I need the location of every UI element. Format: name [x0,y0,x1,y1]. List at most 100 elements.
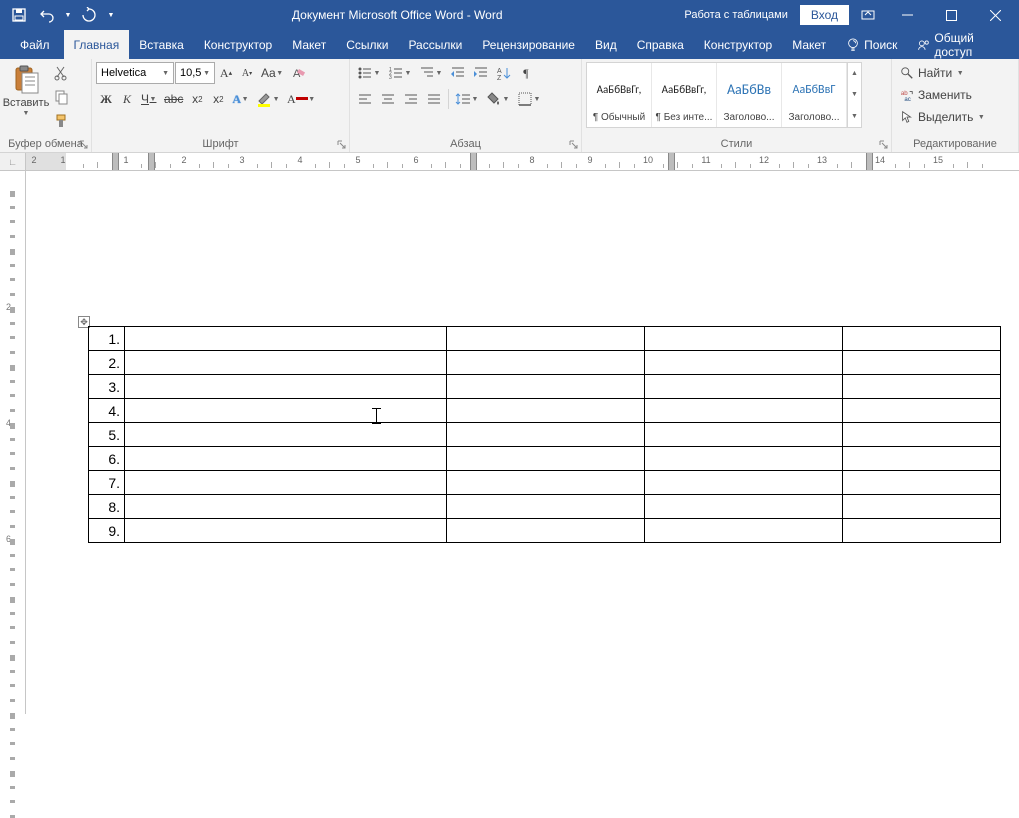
multilevel-list-button[interactable]: ▼ [416,62,446,84]
paste-button[interactable]: Вставить ▼ [4,62,48,117]
tab-references[interactable]: Ссылки [336,30,398,59]
align-left-button[interactable] [354,88,376,110]
style-item-0[interactable]: АаБбВвГг,¶ Обычный [587,63,652,127]
document-scroll[interactable]: ✥ 1.2.3.4.5.6.7.8.9. [26,171,1019,714]
svg-text:ac: ac [904,96,910,102]
justify-button[interactable] [423,88,445,110]
tab-design[interactable]: Конструктор [194,30,282,59]
increase-indent-button[interactable] [470,62,492,84]
style-item-2[interactable]: АаБбВвЗаголово... [717,63,782,127]
font-name-combo[interactable]: Helvetica▼ [96,62,174,84]
document-title: Документ Microsoft Office Word - Word [118,8,676,22]
superscript-button[interactable]: x2 [208,88,228,110]
strikethrough-button[interactable]: abc [161,88,186,110]
paragraph-launcher[interactable] [567,138,579,150]
group-paragraph: ▼ 123▼ ▼ AZ ¶ ▼ ▼ ▼ Абзац [350,59,582,152]
table-row[interactable]: 8. [89,495,1001,519]
decrease-indent-button[interactable] [447,62,469,84]
table-row[interactable]: 3. [89,375,1001,399]
document-area: 246 ✥ 1.2.3.4.5.6.7.8.9. [0,171,1019,714]
font-color-button[interactable]: A▼ [284,88,319,110]
font-launcher[interactable] [335,138,347,150]
quick-access-toolbar: ▼ ▼ [0,2,118,28]
group-font: Helvetica▼ 10,5▼ A▴ A▾ Aa▼ A Ж К Ч▼ abc … [92,59,350,152]
tab-home[interactable]: Главная [64,30,130,59]
format-painter-button[interactable] [50,110,72,132]
subscript-button[interactable]: x2 [187,88,207,110]
svg-text:A: A [497,68,502,75]
borders-button[interactable]: ▼ [514,88,544,110]
style-item-3[interactable]: АаБбВвГЗаголово... [782,63,847,127]
tab-table-design[interactable]: Конструктор [694,30,782,59]
bullets-button[interactable]: ▼ [354,62,384,84]
change-case-button[interactable]: Aa▼ [258,62,287,84]
align-right-button[interactable] [400,88,422,110]
table-row[interactable]: 2. [89,351,1001,375]
save-button[interactable] [6,2,32,28]
italic-button[interactable]: К [117,88,137,110]
table-row[interactable]: 5. [89,423,1001,447]
numbering-button[interactable]: 123▼ [385,62,415,84]
clear-formatting-button[interactable]: A [288,62,310,84]
grow-font-button[interactable]: A▴ [216,62,236,84]
copy-button[interactable] [50,86,72,108]
table-row[interactable]: 4. [89,399,1001,423]
gallery-up[interactable]: ▲ [848,63,861,84]
tab-selector[interactable]: ∟ [0,153,26,171]
bold-button[interactable]: Ж [96,88,116,110]
line-spacing-button[interactable]: ▼ [452,88,482,110]
style-item-1[interactable]: АаБбВвГг,¶ Без инте... [652,63,717,127]
close-button[interactable] [975,0,1015,30]
gallery-more[interactable]: ▼ [848,106,861,127]
styles-gallery[interactable]: АаБбВвГг,¶ ОбычныйАаБбВвГг,¶ Без инте...… [586,62,862,128]
styles-launcher[interactable] [877,138,889,150]
table-row[interactable]: 1. [89,327,1001,351]
text-effects-button[interactable]: A▼ [229,88,252,110]
document-table[interactable]: 1.2.3.4.5.6.7.8.9. [88,326,1001,543]
vertical-ruler[interactable]: 246 [0,171,26,714]
clipboard-icon [10,64,42,96]
show-marks-button[interactable]: ¶ [516,62,536,84]
tab-file[interactable]: Файл [6,30,64,59]
find-button[interactable]: Найти▼ [896,62,968,84]
table-row[interactable]: 7. [89,471,1001,495]
underline-button[interactable]: Ч▼ [138,88,160,110]
tell-me-search[interactable]: Поиск [836,38,907,52]
redo-button[interactable] [76,2,102,28]
undo-dropdown[interactable]: ▼ [62,2,74,28]
align-center-button[interactable] [377,88,399,110]
clipboard-launcher[interactable] [77,138,89,150]
tab-review[interactable]: Рецензирование [472,30,585,59]
font-size-combo[interactable]: 10,5▼ [175,62,215,84]
horizontal-ruler[interactable]: 21123456789101112131415 [26,153,1019,171]
sort-button[interactable]: AZ [493,62,515,84]
ribbon-display-options[interactable] [853,0,883,30]
login-button[interactable]: Вход [800,5,849,25]
shrink-font-button[interactable]: A▾ [237,62,257,84]
tab-help[interactable]: Справка [627,30,694,59]
table-row[interactable]: 6. [89,447,1001,471]
shading-button[interactable]: ▼ [483,88,513,110]
gallery-down[interactable]: ▼ [848,84,861,105]
minimize-button[interactable] [887,0,927,30]
tab-mailings[interactable]: Рассылки [398,30,472,59]
group-editing: Найти▼ abac Заменить Выделить▼ Редактиро… [892,59,1019,152]
table-row[interactable]: 9. [89,519,1001,543]
svg-text:Z: Z [497,75,502,81]
share-button[interactable]: Общий доступ [907,31,1019,59]
titlebar: ▼ ▼ Документ Microsoft Office Word - Wor… [0,0,1019,30]
tab-view[interactable]: Вид [585,30,627,59]
horizontal-ruler-row: ∟ 21123456789101112131415 [0,153,1019,171]
ribbon-tabs: Файл Главная Вставка Конструктор Макет С… [0,30,1019,59]
group-styles: АаБбВвГг,¶ ОбычныйАаБбВвГг,¶ Без инте...… [582,59,892,152]
tab-table-layout[interactable]: Макет [782,30,836,59]
tab-layout[interactable]: Макет [282,30,336,59]
maximize-button[interactable] [931,0,971,30]
select-button[interactable]: Выделить▼ [896,106,989,128]
tab-insert[interactable]: Вставка [129,30,194,59]
undo-button[interactable] [34,2,60,28]
qat-customize[interactable]: ▼ [104,2,118,28]
replace-button[interactable]: abac Заменить [896,84,976,106]
cut-button[interactable] [50,62,72,84]
highlight-button[interactable]: ▼ [253,88,283,110]
